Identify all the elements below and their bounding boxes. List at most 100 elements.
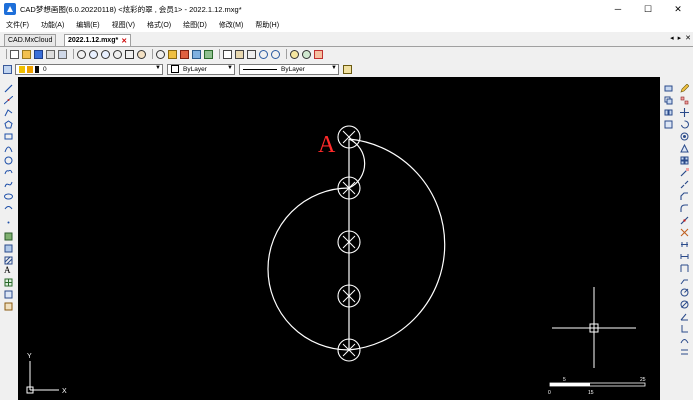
ellipse-icon[interactable]: [4, 192, 13, 201]
linetype-dropdown[interactable]: ByLayer ▼: [239, 63, 339, 75]
construction-line-icon[interactable]: [4, 96, 13, 105]
zoom-in-icon[interactable]: [89, 49, 98, 59]
settings-icon[interactable]: [302, 49, 311, 59]
print-preview-icon[interactable]: [58, 49, 67, 59]
spline-icon[interactable]: [4, 180, 13, 189]
chamfer-icon[interactable]: [680, 192, 689, 201]
fillet-icon[interactable]: [680, 204, 689, 213]
erase-icon[interactable]: [664, 84, 673, 93]
circle-icon[interactable]: [4, 156, 13, 165]
menu-view[interactable]: 视图(V): [106, 20, 141, 30]
tab-close-all-icon[interactable]: ✕: [685, 34, 691, 42]
menu-function[interactable]: 功能(A): [35, 20, 70, 30]
new-file-icon[interactable]: [10, 49, 19, 59]
image-icon[interactable]: [204, 49, 213, 59]
match-layer-icon[interactable]: [343, 64, 352, 74]
copy-icon[interactable]: [223, 49, 232, 59]
properties-icon[interactable]: [156, 49, 165, 59]
close-button[interactable]: ✕: [663, 0, 693, 18]
cloud-icon[interactable]: [314, 49, 323, 59]
print-icon[interactable]: [46, 49, 55, 59]
mtext-icon[interactable]: [4, 290, 13, 299]
rotate-icon[interactable]: [680, 120, 689, 129]
hatch-icon[interactable]: [4, 256, 13, 265]
menu-draw[interactable]: 绘图(D): [177, 20, 213, 30]
point-icon[interactable]: [4, 218, 13, 227]
move-icon[interactable]: [680, 108, 689, 117]
menu-file[interactable]: 文件(F): [0, 20, 35, 30]
break-icon[interactable]: [680, 180, 689, 189]
pan-icon[interactable]: [125, 49, 134, 59]
color-dropdown[interactable]: ByLayer ▼: [167, 63, 235, 75]
mirror-icon[interactable]: [664, 108, 673, 117]
match-properties-icon[interactable]: [180, 49, 189, 59]
redo-icon[interactable]: [271, 49, 280, 59]
zoom-extents-icon[interactable]: [113, 49, 122, 59]
tab-close-icon[interactable]: ✕: [121, 37, 127, 45]
offset-icon[interactable]: [664, 120, 673, 129]
tab-scroll-left-icon[interactable]: ◂: [670, 34, 674, 42]
menu-edit[interactable]: 编辑(E): [70, 20, 105, 30]
find-icon[interactable]: [290, 49, 299, 59]
array-icon[interactable]: [680, 96, 689, 105]
paste-icon[interactable]: [235, 49, 244, 59]
distance-icon[interactable]: [680, 252, 689, 261]
layer-status-icon: [19, 65, 39, 73]
menu-modify[interactable]: 修改(M): [213, 20, 250, 30]
angular-dim-icon[interactable]: [680, 312, 689, 321]
ordinate-dim-icon[interactable]: [680, 324, 689, 333]
insert-block-icon[interactable]: [4, 232, 13, 241]
document-tab-bar: CAD.MxCloud 2022.1.12.mxg* ✕ ◂ ▸ ✕: [0, 33, 693, 47]
join-icon[interactable]: [680, 216, 689, 225]
diameter-dim-icon[interactable]: [680, 300, 689, 309]
arc-length-icon[interactable]: [680, 336, 689, 345]
explode-icon[interactable]: [680, 228, 689, 237]
extend-icon[interactable]: [680, 168, 689, 177]
attribute-icon[interactable]: [4, 302, 13, 311]
scale-icon[interactable]: [680, 132, 689, 141]
menu-help[interactable]: 帮助(H): [249, 20, 285, 30]
table-icon[interactable]: [4, 278, 13, 287]
tab-drawing-file[interactable]: 2022.1.12.mxg* ✕: [64, 34, 132, 46]
baseline-dim-icon[interactable]: [680, 348, 689, 357]
polygon-icon[interactable]: [4, 120, 13, 129]
align-icon[interactable]: [680, 240, 689, 249]
layer-dropdown[interactable]: 0 ▼: [15, 63, 163, 75]
menu-bar: 文件(F) 功能(A) 编辑(E) 视图(V) 格式(O) 绘图(D) 修改(M…: [0, 18, 693, 32]
radius-dim-icon[interactable]: [680, 288, 689, 297]
trim-icon[interactable]: [680, 156, 689, 165]
modify-toolbar: [660, 78, 693, 400]
minimize-button[interactable]: ─: [603, 0, 633, 18]
polyline-icon[interactable]: [4, 108, 13, 117]
arc-icon[interactable]: [4, 144, 13, 153]
revision-cloud-icon[interactable]: [4, 168, 13, 177]
scale-bar: [549, 382, 646, 387]
delete-icon[interactable]: [247, 49, 256, 59]
drawing-canvas[interactable]: A Y X 0 5 15 25: [18, 77, 660, 400]
zoom-out-icon[interactable]: [101, 49, 110, 59]
zoom-window-icon[interactable]: [77, 49, 86, 59]
pencil-icon[interactable]: [168, 49, 177, 59]
rectangle-icon[interactable]: [4, 132, 13, 141]
undo-icon[interactable]: [259, 49, 268, 59]
maximize-button[interactable]: ☐: [633, 0, 663, 18]
tab-scroll-right-icon[interactable]: ▸: [678, 34, 682, 42]
ellipse-arc-icon[interactable]: [4, 204, 13, 213]
zoom-previous-icon[interactable]: [137, 49, 146, 59]
stretch-icon[interactable]: [680, 144, 689, 153]
open-folder-icon[interactable]: [22, 49, 31, 59]
pencil-edit-icon[interactable]: [680, 84, 689, 93]
block-icon[interactable]: [192, 49, 201, 59]
crosshair-cursor: [552, 287, 636, 368]
tab-cad-mxcloud[interactable]: CAD.MxCloud: [4, 34, 57, 46]
make-block-icon[interactable]: [4, 244, 13, 253]
copy-object-icon[interactable]: [664, 96, 673, 105]
save-icon[interactable]: [34, 49, 43, 59]
text-icon[interactable]: A: [4, 266, 13, 275]
menu-format[interactable]: 格式(O): [141, 20, 177, 30]
line-icon[interactable]: [4, 84, 13, 93]
leader-icon[interactable]: [680, 276, 689, 285]
dimension-icon[interactable]: [680, 264, 689, 273]
layer-manager-icon[interactable]: [3, 64, 12, 74]
standard-toolbar: [0, 47, 693, 61]
